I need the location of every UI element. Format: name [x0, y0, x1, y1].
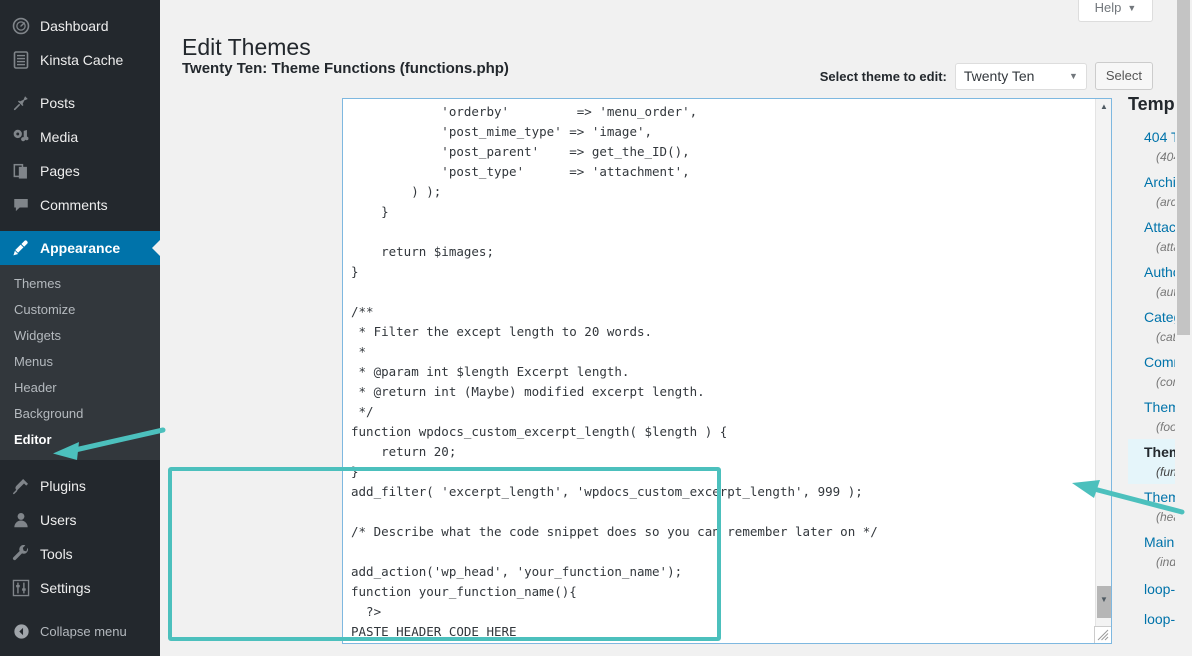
help-label: Help: [1095, 0, 1122, 15]
collapse-arrow-icon: [11, 623, 31, 640]
submenu-item-background[interactable]: Background: [0, 401, 160, 427]
sidebar-item-label: Plugins: [40, 469, 86, 503]
scroll-down-arrow-icon[interactable]: ▼: [1096, 592, 1112, 607]
wrench-icon: [11, 544, 31, 564]
sidebar-item-posts[interactable]: Posts: [0, 86, 160, 120]
appearance-submenu: Themes Customize Widgets Menus Header Ba…: [0, 265, 160, 460]
theme-select-label: Select theme to edit:: [820, 69, 947, 84]
dashboard-icon: [11, 16, 31, 36]
sidebar-top-gap: [0, 0, 160, 9]
sidebar-item-label: Users: [40, 503, 77, 537]
sliders-icon: [11, 578, 31, 598]
code-textarea[interactable]: 'orderby' => 'menu_order', 'post_mime_ty…: [343, 99, 1087, 643]
sidebar-item-dashboard[interactable]: Dashboard: [0, 9, 160, 43]
sidebar-separator-2: [0, 222, 160, 231]
sidebar-separator-4: [0, 605, 160, 614]
sidebar-item-label: Appearance: [40, 231, 120, 265]
theme-select-value: Twenty Ten: [964, 68, 1035, 84]
sidebar-item-label: Dashboard: [40, 9, 109, 43]
submenu-item-themes[interactable]: Themes: [0, 271, 160, 297]
chevron-down-icon: ▼: [1069, 64, 1078, 89]
pin-icon: [11, 93, 31, 113]
sidebar-item-comments[interactable]: Comments: [0, 188, 160, 222]
sidebar-item-label: Kinsta Cache: [40, 43, 123, 77]
sidebar-item-label: Settings: [40, 571, 91, 605]
sidebar-item-pages[interactable]: Pages: [0, 154, 160, 188]
server-icon: [11, 50, 31, 70]
sidebar-item-media[interactable]: Media: [0, 120, 160, 154]
sidebar-item-appearance[interactable]: Appearance: [0, 231, 160, 265]
submenu-item-editor[interactable]: Editor: [0, 427, 160, 453]
sidebar-separator-3: [0, 460, 160, 469]
sidebar-item-plugins[interactable]: Plugins: [0, 469, 160, 503]
wordpress-admin-screen: Dashboard Kinsta Cache Posts Media: [0, 0, 1192, 656]
sidebar-item-settings[interactable]: Settings: [0, 571, 160, 605]
user-icon: [11, 510, 31, 530]
sidebar-item-label: Pages: [40, 154, 80, 188]
current-file-title: Twenty Ten: Theme Functions (functions.p…: [182, 60, 509, 77]
theme-selector-group: Select theme to edit: Twenty Ten ▼ Selec…: [820, 62, 1153, 90]
resize-grip-icon[interactable]: [1094, 626, 1111, 643]
collapse-menu-button[interactable]: Collapse menu: [0, 614, 160, 648]
help-button[interactable]: Help ▼: [1078, 0, 1153, 22]
sidebar-item-label: Tools: [40, 537, 73, 571]
pages-icon: [11, 161, 31, 181]
submenu-item-menus[interactable]: Menus: [0, 349, 160, 375]
sidebar-item-tools[interactable]: Tools: [0, 537, 160, 571]
plug-icon: [11, 476, 31, 496]
admin-sidebar: Dashboard Kinsta Cache Posts Media: [0, 0, 160, 656]
media-icon: [11, 127, 31, 147]
page-title: Edit Themes: [182, 33, 311, 62]
sidebar-item-kinsta-cache[interactable]: Kinsta Cache: [0, 43, 160, 77]
chevron-down-icon: ▼: [1127, 3, 1136, 13]
theme-select-dropdown[interactable]: Twenty Ten ▼: [955, 63, 1087, 90]
sidebar-item-label: Comments: [40, 188, 108, 222]
select-theme-button[interactable]: Select: [1095, 62, 1153, 90]
browser-scrollbar-thumb[interactable]: [1177, 0, 1190, 335]
sidebar-item-users[interactable]: Users: [0, 503, 160, 537]
submenu-item-widgets[interactable]: Widgets: [0, 323, 160, 349]
sidebar-item-label: Media: [40, 120, 78, 154]
brush-icon: [11, 238, 31, 258]
main-content-area: Help ▼ Edit Themes Twenty Ten: Theme Fun…: [160, 0, 1175, 656]
theme-file-editor: 'orderby' => 'menu_order', 'post_mime_ty…: [342, 98, 1112, 644]
scroll-up-arrow-icon[interactable]: ▲: [1096, 99, 1112, 114]
comment-icon: [11, 195, 31, 215]
submenu-item-header[interactable]: Header: [0, 375, 160, 401]
editor-scrollbar[interactable]: ▲ ▼: [1095, 99, 1111, 643]
browser-scrollbar[interactable]: [1175, 0, 1192, 656]
sidebar-separator-1: [0, 77, 160, 86]
submenu-item-customize[interactable]: Customize: [0, 297, 160, 323]
collapse-menu-label: Collapse menu: [40, 624, 127, 639]
sidebar-item-label: Posts: [40, 86, 75, 120]
